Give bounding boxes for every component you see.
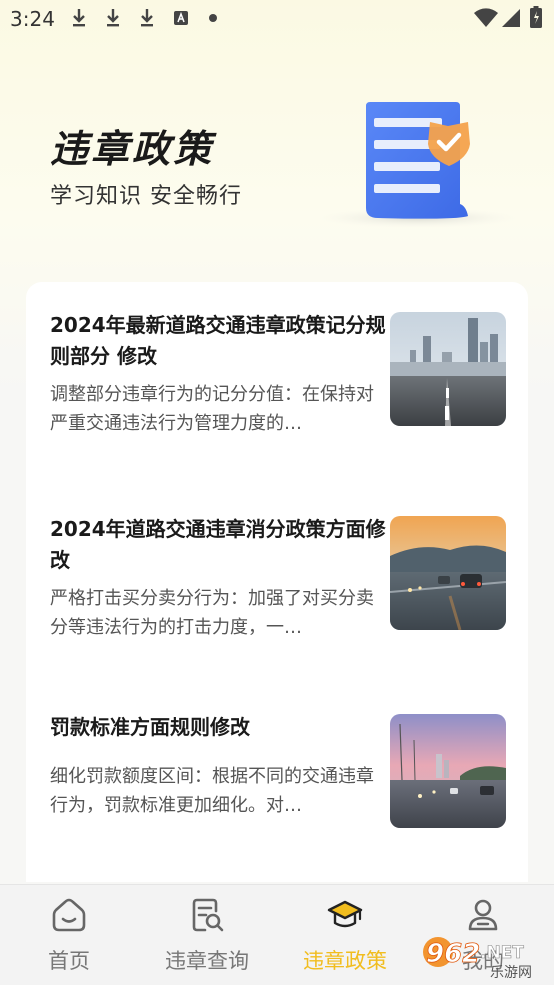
article-summary: 调整部分违章行为的记分分值：在保持对严重交通违法行为管理力度的… — [50, 384, 374, 434]
page-subtitle: 学习知识 安全畅行 — [50, 184, 242, 209]
status-time: 3:24 — [10, 7, 55, 31]
graduation-cap-icon — [327, 900, 363, 928]
nav-item-home[interactable]: 首页 — [0, 885, 138, 985]
download-icon — [73, 9, 85, 27]
nav-item-violation-policy[interactable]: 违章政策 — [276, 885, 414, 985]
article-title: 2024年最新道路交通违章政策记分规则部分 修改 — [50, 313, 386, 368]
city-road-photo — [390, 312, 506, 426]
user-icon — [468, 899, 498, 931]
page-title: 违章政策 — [50, 127, 215, 171]
download-icon — [141, 9, 153, 27]
nav-label-violation-policy: 违章政策 — [303, 949, 387, 973]
status-bar: 3:24 — [0, 0, 554, 38]
signal-icon — [502, 9, 520, 27]
article-title: 罚款标准方面规则修改 — [50, 715, 250, 739]
article-summary: 严格打击买分卖分行为：加强了对买分卖分等违法行为的打击力度，一… — [50, 588, 374, 638]
download-icon — [107, 9, 119, 27]
home-icon — [52, 898, 86, 932]
svg-text:乐游网: 乐游网 — [490, 965, 532, 981]
article-summary: 细化罚款额度区间：根据不同的交通违章行为，罚款标准更加细化。对… — [50, 766, 374, 816]
svg-text:962: 962 — [426, 939, 480, 969]
font-a-icon — [174, 11, 188, 25]
list-item[interactable]: 2024年最新道路交通违章政策记分规则部分 修改 调整部分违章行为的记分分值：在… — [50, 310, 510, 440]
nav-item-violation-query[interactable]: 违章查询 — [138, 885, 276, 985]
document-search-icon — [192, 898, 224, 932]
list-item[interactable]: 2024年道路交通违章消分政策方面修改 严格打击买分卖分行为：加强了对买分卖分等… — [50, 514, 510, 644]
nav-label-violation-query: 违章查询 — [165, 949, 249, 973]
article-title: 2024年道路交通违章消分政策方面修改 — [50, 517, 386, 572]
site-watermark-logo: 962 .NET 乐游网 — [423, 937, 532, 981]
wifi-icon — [474, 8, 498, 27]
policy-document-icon — [318, 102, 518, 228]
battery-icon — [530, 6, 542, 28]
highway-traffic-photo — [390, 516, 506, 630]
policy-list: 2024年最新道路交通违章政策记分规则部分 修改 调整部分违章行为的记分分值：在… — [26, 282, 528, 882]
dusk-highway-photo — [390, 714, 506, 828]
svg-text:.NET: .NET — [480, 943, 524, 963]
list-item[interactable]: 罚款标准方面规则修改 细化罚款额度区间：根据不同的交通违章行为，罚款标准更加细化… — [50, 712, 510, 842]
dot-icon — [209, 14, 217, 22]
nav-label-home: 首页 — [48, 949, 90, 973]
